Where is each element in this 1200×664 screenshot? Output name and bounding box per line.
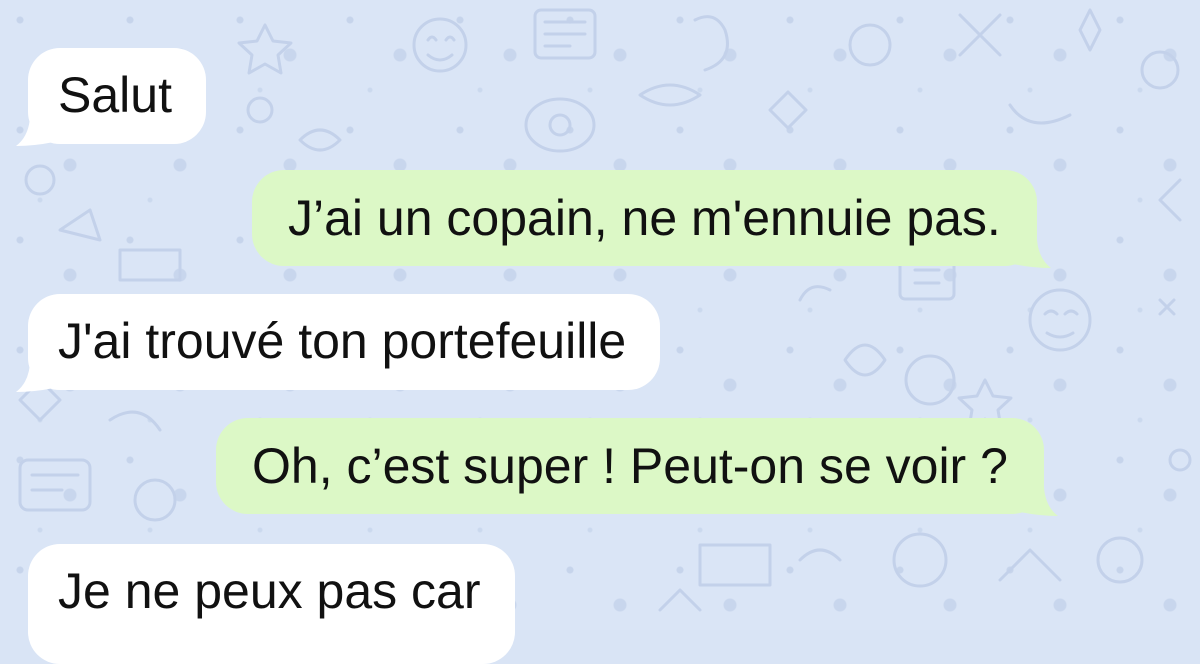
message-incoming-3[interactable]: Je ne peux pas car (28, 544, 515, 664)
message-outgoing-1[interactable]: J’ai un copain, ne m'ennuie pas. (252, 170, 1051, 268)
bubble-tail-icon (16, 106, 54, 146)
message-text: Je ne peux pas car (58, 563, 481, 619)
message-text: J'ai trouvé ton portefeuille (58, 313, 627, 369)
message-text: Salut (58, 67, 172, 123)
message-outgoing-2[interactable]: Oh, c’est super ! Peut-on se voir ? (216, 418, 1058, 516)
bubble-tail-icon (1019, 476, 1058, 516)
message-incoming-1[interactable]: Salut (16, 48, 206, 146)
bubble-tail-icon (1012, 228, 1051, 268)
message-text: J’ai un copain, ne m'ennuie pas. (288, 190, 1001, 246)
bubble-tail-icon (16, 352, 54, 392)
message-incoming-2[interactable]: J'ai trouvé ton portefeuille (16, 294, 661, 392)
message-text: Oh, c’est super ! Peut-on se voir ? (252, 438, 1008, 494)
